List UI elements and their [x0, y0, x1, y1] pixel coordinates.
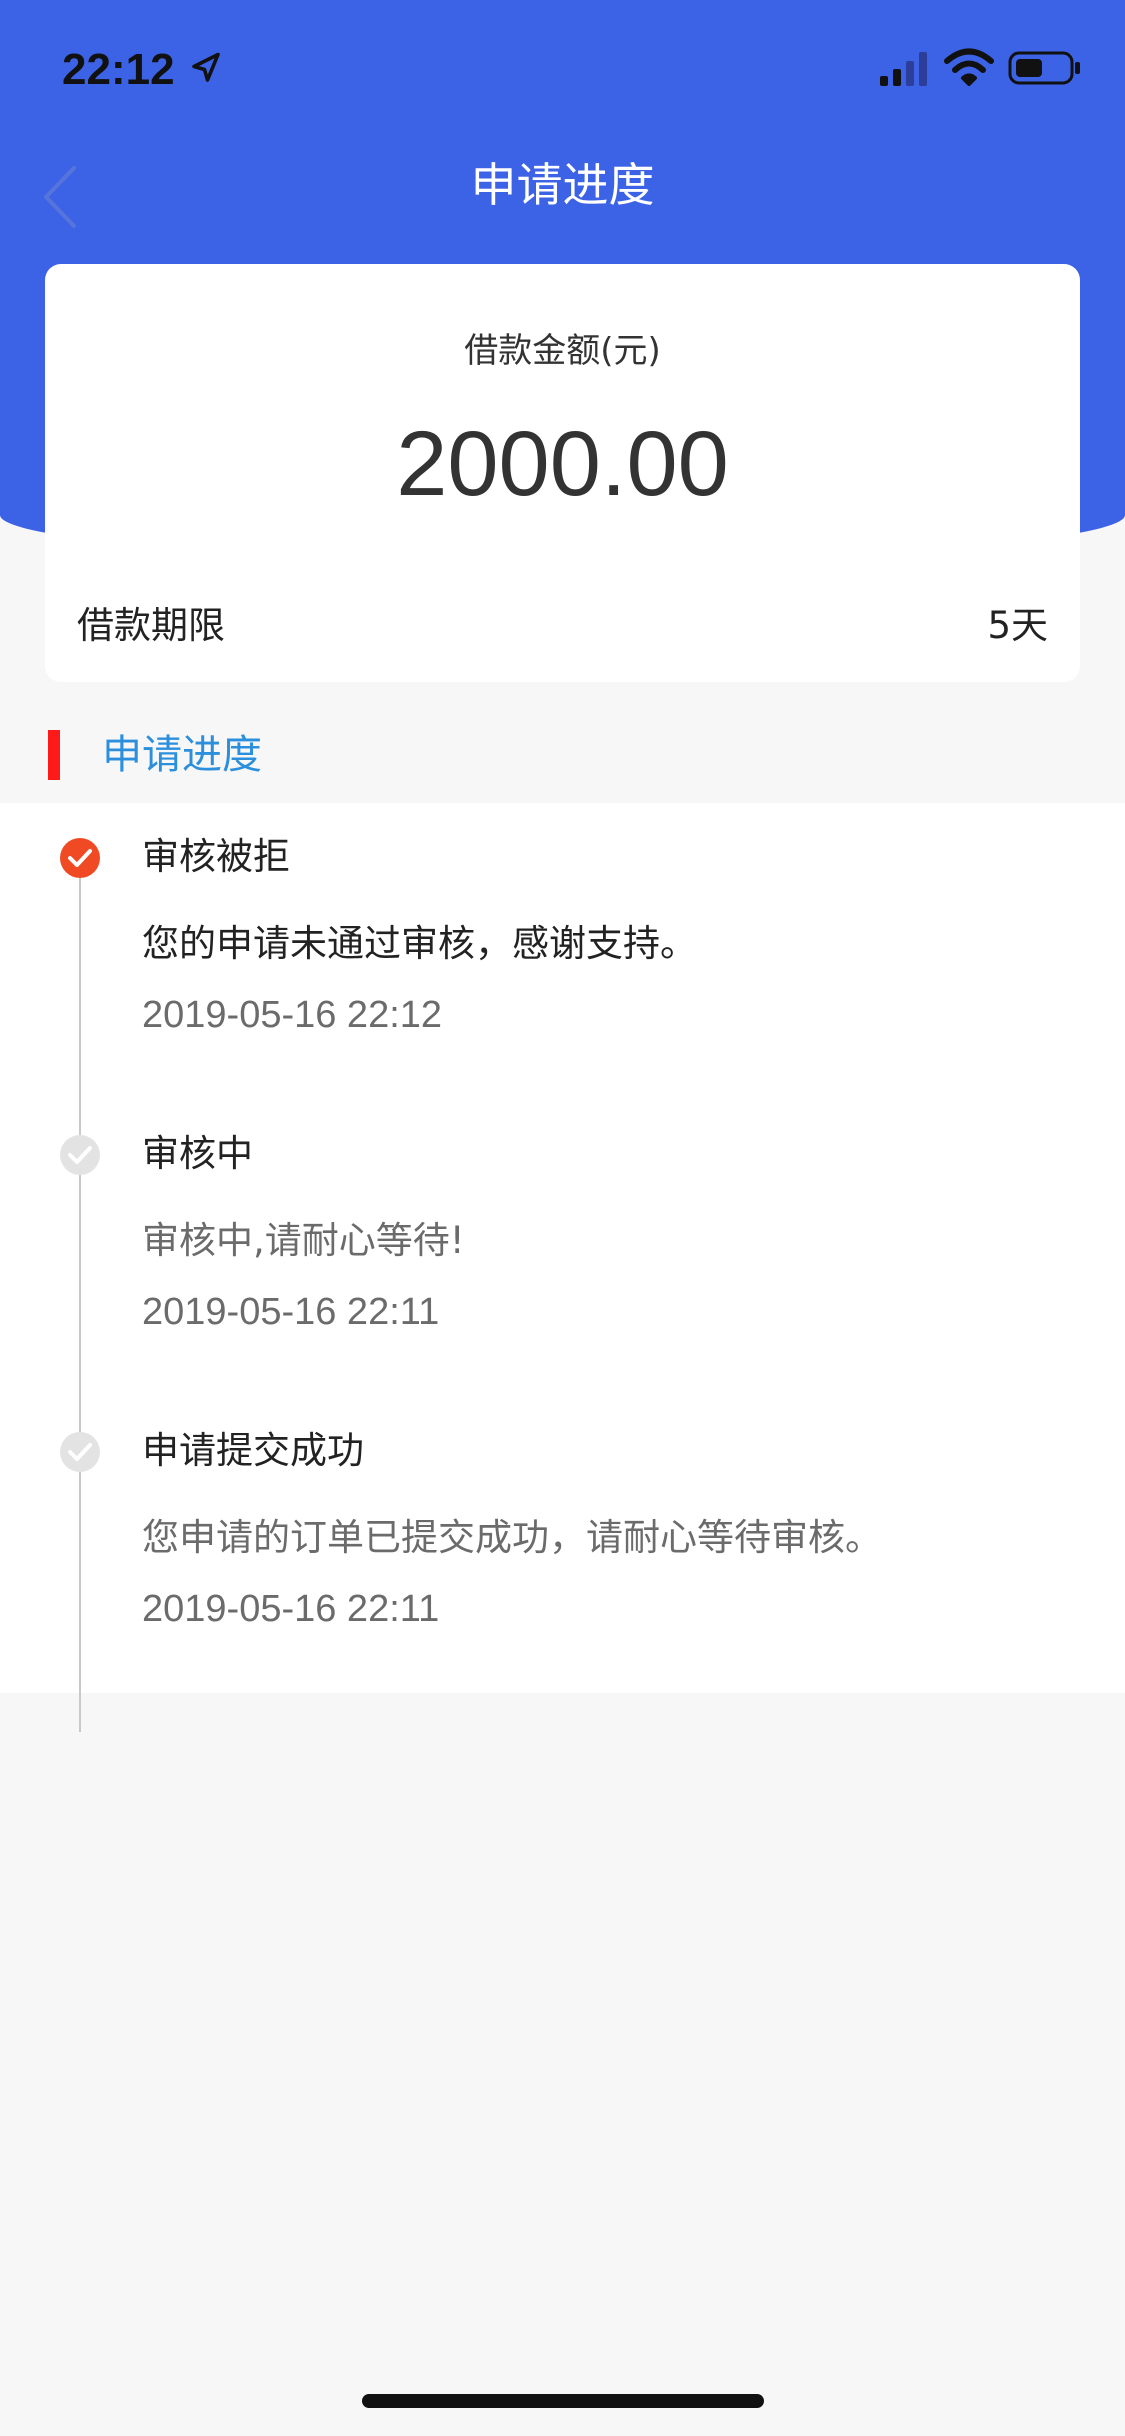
wifi-icon [944, 48, 994, 86]
step-description: 您的申请未通过审核，感谢支持。 [142, 922, 697, 965]
page-title: 申请进度 [470, 158, 655, 212]
loan-summary-card: 借款金额(元) 2000.00 借款期限 5天 [45, 264, 1080, 682]
step-description: 审核中,请耐心等待! [142, 1219, 465, 1262]
amount-value: 2000.00 [396, 413, 729, 515]
step-description: 您申请的订单已提交成功，请耐心等待审核。 [142, 1516, 882, 1559]
step-title: 审核中 [142, 1132, 253, 1175]
step-time: 2019-05-16 22:11 [142, 1291, 440, 1333]
step-title: 申请提交成功 [142, 1429, 364, 1472]
home-indicator[interactable] [362, 2394, 764, 2408]
battery-icon [1008, 51, 1080, 85]
step-time: 2019-05-16 22:12 [142, 994, 443, 1036]
term-value: 5天 [987, 604, 1048, 647]
amount-label: 借款金额(元) [464, 331, 661, 371]
step-time: 2019-05-16 22:11 [142, 1588, 440, 1630]
step-title: 审核被拒 [142, 835, 290, 878]
term-label: 借款期限 [77, 604, 225, 647]
timeline-line [79, 856, 81, 1732]
status-time: 22:12 [62, 45, 175, 94]
location-arrow-icon [192, 52, 220, 82]
section-accent-bar [48, 730, 60, 780]
check-icon [60, 1432, 100, 1472]
signal-icon [880, 52, 927, 86]
check-icon [60, 838, 100, 878]
section-title: 申请进度 [102, 732, 262, 778]
check-icon [60, 1135, 100, 1175]
